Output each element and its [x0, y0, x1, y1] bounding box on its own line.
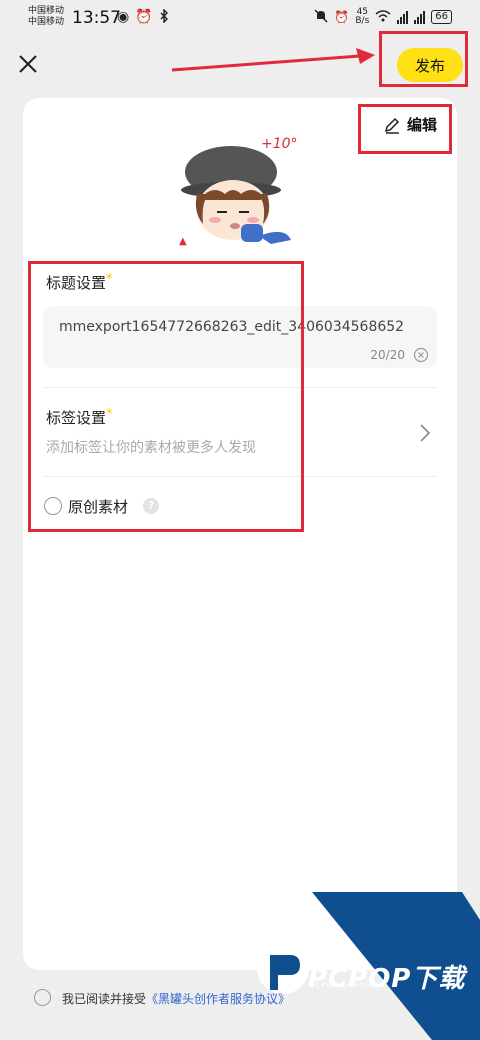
watermark-shape [257, 892, 480, 1040]
agree-radio[interactable] [34, 989, 51, 1006]
watermark-brand: PCPOP下载 [308, 964, 466, 994]
agree-prefix: 我已阅读并接受 [62, 992, 147, 1006]
watermark-sub: PCPOP Download [310, 981, 385, 989]
agreement-link[interactable]: 《黑罐头创作者服务协议》 [146, 992, 290, 1006]
agreement-text: 我已阅读并接受《黑罐头创作者服务协议》 [62, 990, 290, 1007]
